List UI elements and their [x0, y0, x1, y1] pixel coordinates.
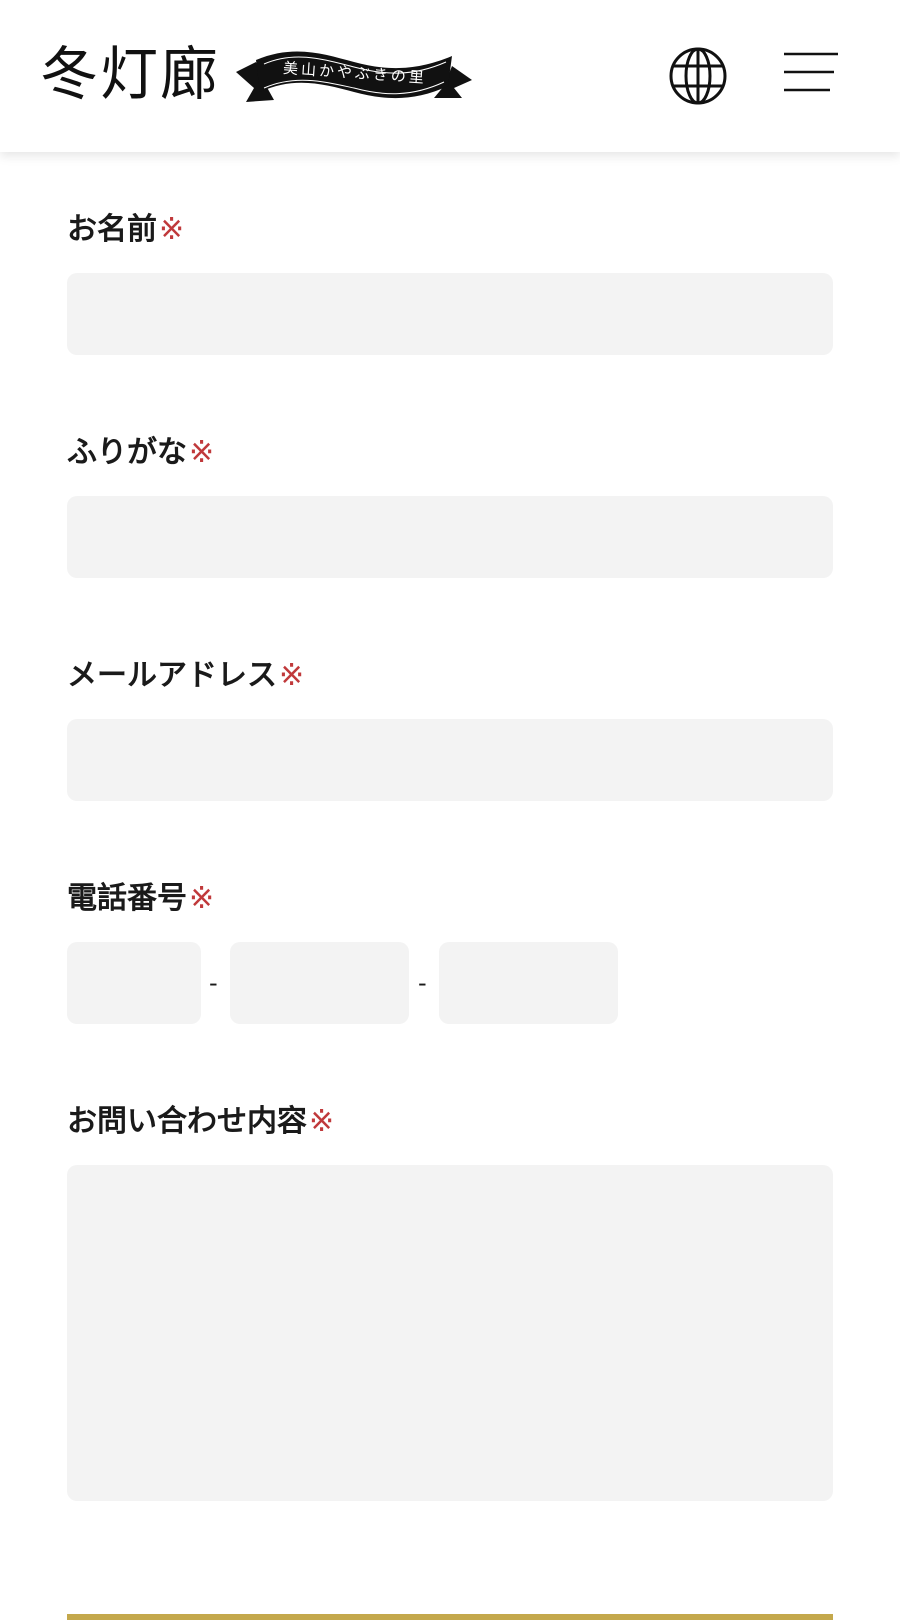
message-label: お問い合わせ内容※ [67, 1104, 335, 1139]
required-mark: ※ [279, 658, 305, 693]
language-button[interactable] [668, 46, 728, 106]
required-mark: ※ [189, 881, 215, 916]
furigana-input[interactable] [67, 496, 833, 578]
site-logo[interactable]: 冬灯廊 [40, 34, 220, 114]
email-input[interactable] [67, 719, 833, 801]
required-mark: ※ [159, 212, 185, 247]
email-label: メールアドレス※ [67, 658, 305, 693]
phone-label: 電話番号※ [67, 881, 215, 916]
hamburger-menu-icon [784, 52, 838, 92]
required-mark: ※ [309, 1104, 335, 1139]
message-textarea[interactable] [67, 1165, 833, 1501]
phone-part2-input[interactable] [230, 942, 409, 1024]
globe-icon [669, 47, 727, 105]
submit-button[interactable] [67, 1614, 833, 1620]
phone-part3-input[interactable] [439, 942, 618, 1024]
site-header: 冬灯廊 美山かやぶきの里 [0, 0, 900, 152]
required-mark: ※ [189, 435, 215, 470]
name-input[interactable] [67, 273, 833, 355]
furigana-label: ふりがな※ [67, 435, 215, 470]
name-label: お名前※ [67, 212, 185, 247]
phone-separator: - [209, 969, 218, 997]
phone-part1-input[interactable] [67, 942, 201, 1024]
menu-button[interactable] [780, 48, 840, 98]
phone-separator: - [418, 969, 427, 997]
